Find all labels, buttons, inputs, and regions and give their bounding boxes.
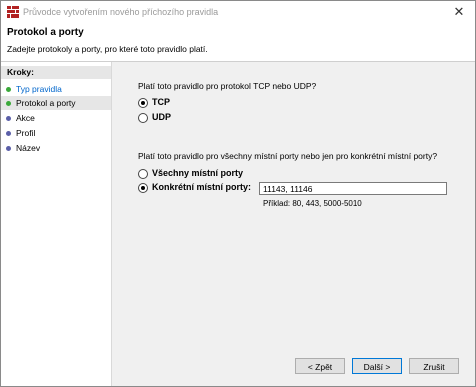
page-subtitle: Zadejte protokoly a porty, pro které tot… <box>7 44 208 54</box>
step-label: Typ pravidla <box>16 84 62 94</box>
firewall-icon <box>7 6 19 18</box>
wizard-content: Platí toto pravidlo pro protokol TCP neb… <box>112 62 475 386</box>
steps-heading: Kroky: <box>1 66 111 79</box>
step-rule-type[interactable]: Typ pravidla <box>1 82 111 96</box>
step-profile: Profil <box>1 126 111 140</box>
all-ports-label[interactable]: Všechny místní porty <box>152 168 243 178</box>
ports-question: Platí toto pravidlo pro všechny místní p… <box>138 151 438 161</box>
step-label: Akce <box>16 113 35 123</box>
step-label: Profil <box>16 128 36 138</box>
steps-sidebar: Kroky: Typ pravidla Protokol a porty Akc… <box>1 62 112 386</box>
step-status-icon <box>6 87 11 92</box>
close-icon[interactable]: ✕ <box>449 3 469 21</box>
all-ports-radio[interactable] <box>138 169 148 179</box>
step-status-icon <box>6 146 11 151</box>
ports-example: Příklad: 80, 443, 5000-5010 <box>263 199 362 208</box>
window-title: Průvodce vytvořením nového příchozího pr… <box>23 7 219 17</box>
back-button[interactable]: < Zpět <box>295 358 345 374</box>
specific-ports-radio[interactable] <box>138 183 148 193</box>
step-status-icon <box>6 131 11 136</box>
ports-input[interactable] <box>259 182 447 195</box>
page-title: Protokol a porty <box>7 27 84 38</box>
specific-ports-label[interactable]: Konkrétní místní porty: <box>152 182 251 192</box>
step-label: Název <box>16 143 41 153</box>
step-label: Protokol a porty <box>16 98 76 108</box>
step-name: Název <box>1 141 111 155</box>
protocol-question: Platí toto pravidlo pro protokol TCP neb… <box>138 81 317 91</box>
tcp-radio[interactable] <box>138 98 148 108</box>
cancel-button[interactable]: Zrušit <box>409 358 459 374</box>
page-header: Protokol a porty Zadejte protokoly a por… <box>1 23 475 61</box>
udp-radio[interactable] <box>138 113 148 123</box>
tcp-label[interactable]: TCP <box>152 97 170 107</box>
step-status-icon <box>6 116 11 121</box>
step-protocol-ports[interactable]: Protokol a porty <box>1 96 111 110</box>
title-bar: Průvodce vytvořením nového příchozího pr… <box>1 1 475 23</box>
udp-label[interactable]: UDP <box>152 112 171 122</box>
next-button[interactable]: Další > <box>352 358 402 374</box>
step-status-icon <box>6 101 11 106</box>
step-action: Akce <box>1 111 111 125</box>
wizard-window: Průvodce vytvořením nového příchozího pr… <box>0 0 476 387</box>
